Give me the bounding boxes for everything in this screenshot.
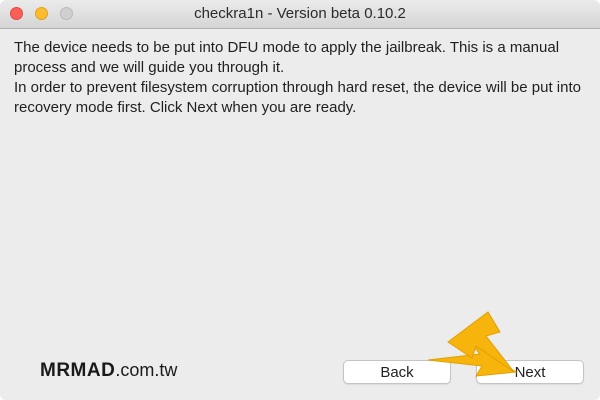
window-title: checkra1n - Version beta 0.10.2 xyxy=(194,5,406,22)
watermark-logo: MRMAD.com.tw xyxy=(40,360,177,382)
instructions-paragraph-2: In order to prevent filesystem corruptio… xyxy=(14,79,581,116)
watermark-brand: MRMAD xyxy=(40,360,116,381)
watermark-domain: .com.tw xyxy=(115,360,178,380)
instructions-paragraph-1: The device needs to be put into DFU mode… xyxy=(14,39,560,76)
instructions-text: The device needs to be put into DFU mode… xyxy=(14,38,586,118)
pointer-arrow-icon xyxy=(427,311,518,377)
title-bar[interactable]: checkra1n - Version beta 0.10.2 xyxy=(0,0,600,29)
checkra1n-window: checkra1n - Version beta 0.10.2 The devi… xyxy=(0,0,600,400)
